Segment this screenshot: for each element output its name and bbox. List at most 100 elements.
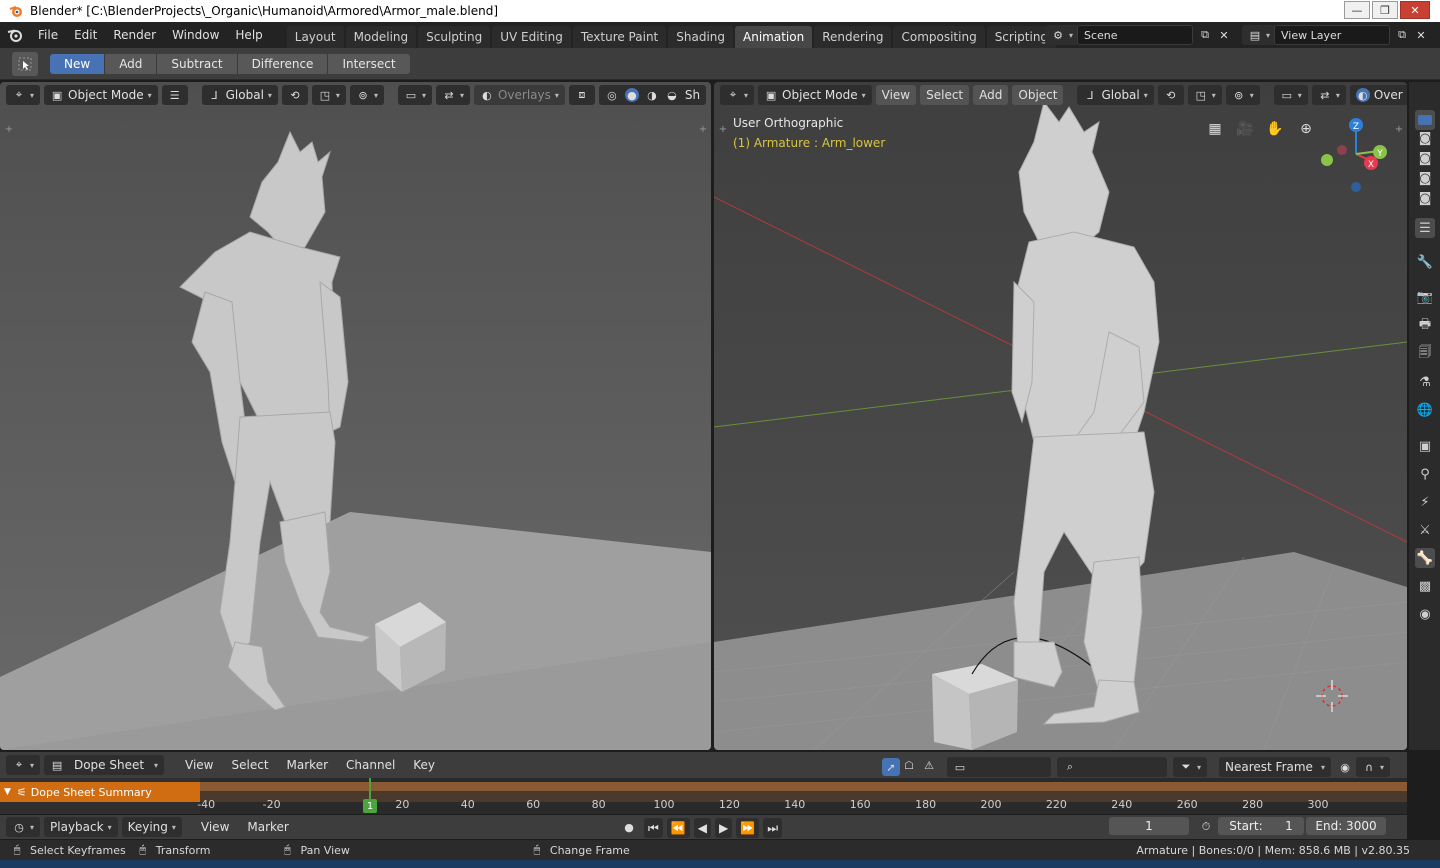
copy-view-layer-icon[interactable]: ⧉ — [1395, 28, 1409, 42]
navigation-gizmo[interactable]: Z X Y — [1316, 116, 1396, 196]
right-proportional-button[interactable]: ⊚ ▾ — [1225, 85, 1260, 105]
left-toolbar-expand-icon[interactable]: + — [2, 122, 16, 136]
left-gizmo-button[interactable]: ⇄ ▾ — [435, 85, 470, 105]
channel-search-field[interactable]: ⌕ — [1057, 757, 1167, 777]
tab-rendering[interactable]: Rendering — [814, 26, 892, 48]
mode-add-button[interactable]: Add — [105, 53, 158, 74]
left-proportional-button[interactable]: ⊚ ▾ — [349, 85, 384, 105]
right-3d-viewport[interactable]: ⌖ ▾ ▣ Object Mode ▾ View Select Add Object … — [714, 82, 1407, 750]
right-toolbar-expand-icon[interactable]: + — [716, 122, 730, 136]
properties-editor-icon[interactable] — [1415, 110, 1435, 130]
scene-browse-button[interactable]: ⚙ ▾ — [1045, 25, 1080, 45]
right-snap-button[interactable]: ◳ ▾ — [1187, 85, 1222, 105]
right-object-types-button[interactable]: ▭ ▾ — [1273, 85, 1308, 105]
right-overlays-button[interactable]: ◐ Over — [1349, 85, 1407, 105]
mode-intersect-button[interactable]: Intersect — [328, 53, 410, 74]
stopwatch-icon[interactable]: ⏱ — [1199, 820, 1213, 834]
pan-hand-icon[interactable]: ✋ — [1263, 117, 1287, 141]
texture-properties-icon[interactable]: ▩ — [1415, 576, 1435, 596]
playhead-frame-label[interactable]: 1 — [363, 799, 377, 813]
minimize-button[interactable]: — — [1344, 1, 1370, 19]
prev-keyframe-icon[interactable]: ⏪ — [666, 818, 690, 838]
dope-sheet-summary-row[interactable]: ▼ ⚟ Dope Sheet Summary — [0, 782, 200, 802]
left-pivot-button[interactable]: ⟲ — [281, 85, 308, 105]
timeline-editor-type-button[interactable]: ◷ ▾ — [6, 817, 41, 837]
left-sidebar-expand-icon[interactable]: + — [696, 122, 710, 136]
blender-menu-icon[interactable] — [0, 28, 30, 42]
next-keyframe-icon[interactable]: ⏩ — [736, 818, 760, 838]
current-frame-field[interactable]: 1 — [1109, 817, 1189, 835]
maximize-button[interactable]: ❐ — [1372, 1, 1398, 19]
physics-properties-icon[interactable]: ⚡ — [1415, 492, 1435, 512]
camera-view-icon[interactable]: 🎥 — [1233, 117, 1257, 141]
play-reverse-icon[interactable]: ◀ — [693, 818, 711, 838]
right-menu-add[interactable]: Add — [973, 85, 1009, 105]
playhead-line[interactable] — [369, 778, 371, 800]
left-mode-dropdown[interactable]: ▣ Object Mode ▾ — [44, 85, 158, 105]
right-menu-view[interactable]: View — [875, 85, 917, 105]
copy-scene-icon[interactable]: ⧉ — [1198, 28, 1212, 42]
view-layer-browse-button[interactable]: ▤ ▾ — [1242, 25, 1277, 45]
tab-texture-paint[interactable]: Texture Paint — [572, 26, 667, 48]
timeline-menu-marker[interactable]: Marker — [240, 820, 295, 834]
mode-new-button[interactable]: New — [50, 53, 106, 74]
camera-icon[interactable]: ◙ — [1415, 128, 1435, 148]
only-selected-icon[interactable]: ➚ — [882, 758, 900, 776]
rendered-shading-icon[interactable]: ◒ — [665, 88, 679, 102]
right-editor-type-button[interactable]: ⌖ ▾ — [720, 85, 755, 105]
tab-compositing[interactable]: Compositing — [893, 26, 985, 48]
frame-ruler[interactable]: -40 -20 20 40 60 80 100 120 140 160 180 200 220 240 26… — [197, 778, 1407, 814]
tab-shading[interactable]: Shading — [668, 26, 733, 48]
expand-arrow-icon[interactable]: ▼ — [4, 787, 11, 797]
tab-uv-editing[interactable]: UV Editing — [492, 26, 571, 48]
output-properties-icon[interactable]: 🖶 — [1415, 316, 1435, 336]
remove-scene-icon[interactable]: ✕ — [1217, 28, 1231, 42]
start-frame-field[interactable]: Start: 1 — [1218, 817, 1304, 835]
end-frame-field[interactable]: End: 3000 — [1306, 817, 1386, 835]
only-errors-icon[interactable]: ⚠ — [922, 758, 936, 772]
tab-animation[interactable]: Animation — [735, 26, 813, 48]
collection-filter-field[interactable]: ▭ — [947, 757, 1051, 777]
right-orientation-dropdown[interactable]: ⅃ Global ▾ — [1077, 85, 1154, 105]
view-layer-name-field[interactable]: View Layer — [1274, 25, 1390, 45]
mode-difference-button[interactable]: Difference — [237, 53, 329, 74]
record-button[interactable]: ● — [622, 820, 636, 834]
solid-shading-icon[interactable]: ● — [624, 88, 639, 102]
dope-editor-type-button[interactable]: ⌖ ▾ — [6, 755, 41, 775]
play-icon[interactable]: ▶ — [715, 818, 733, 838]
camera-icon[interactable]: ◙ — [1415, 188, 1435, 208]
keying-dropdown[interactable]: Keying ▾ — [121, 817, 182, 837]
scene-properties-icon[interactable]: ⚗ — [1415, 372, 1435, 392]
menu-window[interactable]: Window — [164, 22, 227, 48]
menu-help[interactable]: Help — [227, 22, 270, 48]
scene-name-field[interactable]: Scene — [1077, 25, 1193, 45]
camera-icon[interactable]: ◙ — [1415, 168, 1435, 188]
falloff-dropdown[interactable]: ∩ ▾ — [1356, 757, 1391, 777]
snap-mode-dropdown[interactable]: Nearest Frame ▾ — [1219, 757, 1331, 777]
close-button[interactable]: ✕ — [1400, 1, 1430, 19]
toggle-grid-icon[interactable]: ▦ — [1203, 117, 1227, 141]
menu-render[interactable]: Render — [105, 22, 164, 48]
select-box-tool-icon[interactable] — [12, 51, 38, 76]
left-menu-toggle[interactable]: ☰ — [161, 85, 188, 105]
menu-file[interactable]: File — [30, 22, 66, 48]
camera-icon[interactable]: ◙ — [1415, 148, 1435, 168]
right-menu-select[interactable]: Select — [920, 85, 970, 105]
dope-menu-view[interactable]: View — [178, 758, 220, 772]
dope-mode-dropdown[interactable]: ▤ Dope Sheet ▾ — [44, 755, 165, 775]
timeline-menu-view[interactable]: View — [194, 820, 236, 834]
dope-menu-key[interactable]: Key — [406, 758, 442, 772]
show-hidden-icon[interactable]: ☖ — [902, 758, 916, 772]
playback-dropdown[interactable]: Playback ▾ — [44, 817, 118, 837]
properties-icon[interactable]: ☰ — [1415, 218, 1435, 238]
constraint-properties-icon[interactable]: ⚲ — [1415, 464, 1435, 484]
jump-end-icon[interactable]: ⏭ — [763, 818, 782, 838]
view-layer-properties-icon[interactable]: 🗐 — [1415, 344, 1435, 364]
zoom-icon[interactable]: ⊕ — [1294, 117, 1318, 141]
left-object-types-button[interactable]: ▭ ▾ — [397, 85, 432, 105]
material-shading-icon[interactable]: ◑ — [645, 88, 659, 102]
world-properties-icon[interactable]: 🌐 — [1415, 400, 1435, 420]
tab-modeling[interactable]: Modeling — [345, 26, 417, 48]
mode-subtract-button[interactable]: Subtract — [157, 53, 238, 74]
proportional-edit-icon[interactable]: ◉ — [1338, 760, 1352, 774]
